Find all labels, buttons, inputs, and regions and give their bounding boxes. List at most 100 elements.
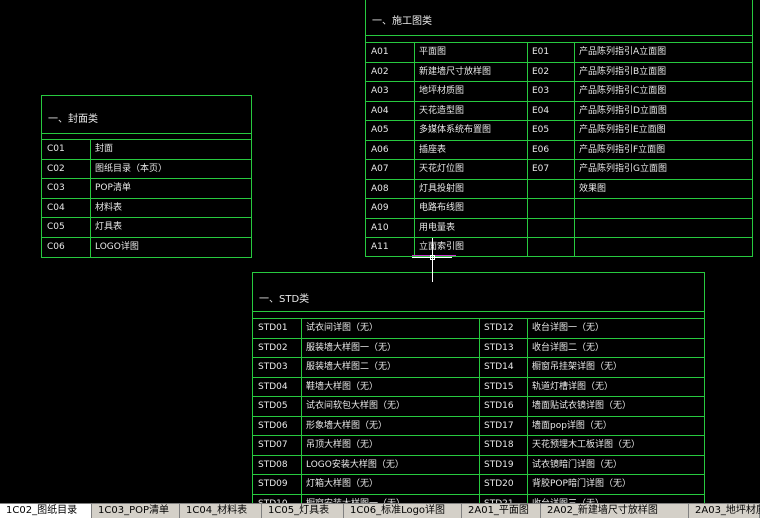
sheet-name: 服装墙大样图二（无） [306, 362, 397, 372]
layout-tab[interactable]: 1C03_POP清单 [92, 504, 180, 518]
sheet-name: 产品陈列指引B立面图 [579, 66, 667, 77]
sheet-code: STD07 [258, 440, 288, 450]
sheet-name: 效果图 [579, 183, 607, 194]
sheet-name: 产品陈列指引E立面图 [579, 125, 666, 135]
sheet-code: A10 [371, 222, 389, 233]
sheet-code: C02 [47, 163, 65, 174]
sheet-code: E06 [532, 144, 550, 155]
sheet-code: C06 [47, 241, 65, 252]
sheet-code: C04 [47, 202, 65, 213]
sheet-name: 收台详图三（无） [527, 495, 704, 504]
sheet-name: 平面图 [419, 47, 447, 57]
column-divider [90, 139, 91, 257]
layout-tab[interactable]: 2A02_新建墙尺寸放样图 [541, 504, 689, 518]
sheet-code: A05 [371, 125, 389, 135]
sheet-code: A06 [371, 144, 389, 155]
sheet-code: STD01 [258, 323, 288, 333]
table-row: A07 天花灯位图 E07 产品陈列指引G立面图 [366, 159, 752, 178]
layout-tab[interactable]: 1C02_图纸目录 [0, 504, 92, 518]
sheet-code: A07 [371, 164, 389, 174]
table-row: A04 天花造型图 E04 产品陈列指引D立面图 [366, 100, 752, 120]
sheet-name: 产品陈列指引C立面图 [579, 86, 667, 96]
sheet-name: POP清单 [95, 183, 131, 193]
layout-tab[interactable]: 2A03_地坪材质 [689, 504, 760, 518]
sheet-code: A11 [371, 242, 389, 252]
sheet-code: C01 [47, 144, 65, 154]
layout-tab[interactable]: 1C05_灯具表 [262, 504, 344, 518]
sheet-name: 封面 [95, 144, 114, 154]
table-row: A10 用电量表 [366, 217, 752, 238]
sheet-code: E04 [532, 105, 550, 116]
sheet-code: E05 [532, 125, 550, 135]
sheet-code: STD15 [484, 381, 514, 392]
sheet-name [574, 199, 752, 218]
sheet-code: STD06 [258, 420, 288, 431]
sheet-name: 吊顶大样图（无） [306, 440, 379, 450]
sheet-name: 多媒体系统布置图 [419, 125, 492, 135]
sheet-code [527, 199, 574, 218]
column-divider [574, 42, 575, 256]
layout-tab[interactable]: 1C04_材料表 [180, 504, 262, 518]
sheet-code: STD14 [484, 362, 514, 372]
sheet-name: 试衣镜暗门详图（无） [532, 459, 623, 470]
sheet-name: 天花预埋木工板详图（无） [532, 440, 641, 450]
sheet-code: STD09 [258, 479, 288, 489]
sheet-name [574, 219, 752, 238]
sheet-code [527, 238, 574, 257]
sheet-code: STD21 [479, 495, 527, 504]
pickbox-cursor [430, 255, 435, 260]
sheet-name: 背胶POP暗门详图（无） [532, 479, 631, 489]
sheet-name: 墙面pop详图（无） [532, 420, 612, 431]
sheet-code: E07 [532, 164, 550, 174]
sheet-name: 产品陈列指引G立面图 [579, 164, 667, 174]
sheet-code: A09 [371, 203, 389, 213]
sheet-code: STD20 [484, 479, 514, 489]
sheet-name: 灯具表 [95, 222, 123, 232]
sheet-name: 收台详图一（无） [532, 323, 605, 333]
sheet-code: A04 [371, 105, 389, 116]
sheet-name: 鞋墙大样图（无） [306, 381, 379, 392]
table-row: A02 新建墙尺寸放样图 E02 产品陈列指引B立面图 [366, 61, 752, 81]
sheet-name: 插座表 [419, 144, 447, 155]
column-divider [527, 42, 528, 256]
sheet-code: A08 [371, 183, 389, 194]
sheet-code: STD02 [258, 342, 288, 353]
column-divider [527, 318, 528, 503]
sheet-name: 墙面贴试衣镜详图（无） [532, 401, 632, 411]
sheet-name: 新建墙尺寸放样图 [419, 66, 492, 77]
sheet-name: 试衣间软包大样图（无） [306, 401, 406, 411]
sheet-code [527, 219, 574, 238]
sheet-code: C03 [47, 183, 65, 193]
sheet-name: 轨道灯槽详图（无） [532, 381, 614, 392]
sheet-code: A03 [371, 86, 389, 96]
construction-table-title: 一、施工图类 [372, 16, 432, 27]
table-row: A06 插座表 E06 产品陈列指引F立面图 [366, 139, 752, 159]
sheet-code: A01 [371, 47, 389, 57]
layout-tab[interactable]: 1C06_标准Logo详图 [344, 504, 462, 518]
sheet-name: 橱窗安装大样图一（无） [301, 495, 479, 504]
sheet-code: STD10 [253, 495, 301, 504]
sheet-code [527, 180, 574, 199]
sheet-name: 收台详图二（无） [532, 342, 605, 353]
sheet-name: 灯箱大样图（无） [306, 479, 379, 489]
crosshair-cursor [432, 238, 433, 282]
table-row: C03 POP清单 [42, 178, 251, 197]
table-row: C05 灯具表 [42, 217, 251, 236]
sheet-name: 橱窗吊挂架详图（无） [532, 362, 623, 372]
sheet-name [574, 238, 752, 257]
cover-table-title: 一、封面类 [48, 114, 98, 125]
sheet-code: STD18 [484, 440, 514, 450]
column-divider [414, 42, 415, 256]
std-table-title: 一、STD类 [259, 294, 310, 305]
std-table: 一、STD类 STD01 试衣间详图（无） STD12 收台详图一（无） STD02 服装… [252, 272, 705, 503]
drawing-canvas[interactable]: 一、封面类 C01 封面 C02 图纸目录（本页） C03 POP清单 C04 材料表 C05 灯… [0, 0, 760, 503]
sheet-name: 试衣间详图（无） [306, 323, 379, 333]
title-rule [366, 35, 752, 36]
sheet-name: 材料表 [95, 202, 123, 213]
layout-tab[interactable]: 2A01_平面图 [462, 504, 541, 518]
layout-tab-bar: 1C02_图纸目录 1C03_POP清单 1C04_材料表 1C05_灯具表 1C06_… [0, 503, 760, 518]
sheet-code: STD16 [484, 401, 514, 411]
table-row: C01 封面 [42, 139, 251, 158]
sheet-name: 用电量表 [419, 222, 456, 233]
sheet-code: STD12 [484, 323, 514, 333]
